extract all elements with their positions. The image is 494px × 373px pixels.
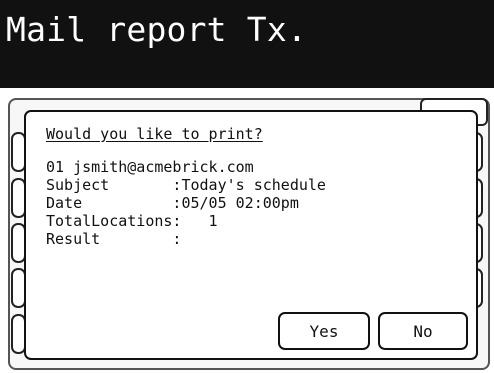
print-confirmation-dialog: Would you like to print? 01 jsmith@acmeb… xyxy=(24,110,478,360)
screen-title: Mail report Tx. xyxy=(6,10,308,49)
title-bar: Mail report Tx. xyxy=(0,0,494,88)
yes-button[interactable]: Yes xyxy=(278,312,370,350)
total-locations-line: TotalLocations: 1 xyxy=(46,212,218,230)
dialog-question: Would you like to print? xyxy=(46,125,263,143)
recipient-line: 01 jsmith@acmebrick.com xyxy=(46,158,254,176)
date-line: Date :05/05 02:00pm xyxy=(46,194,299,212)
mail-report-details: 01 jsmith@acmebrick.com Subject :Today's… xyxy=(46,158,466,248)
no-button[interactable]: No xyxy=(378,312,468,350)
subject-line: Subject :Today's schedule xyxy=(46,176,326,194)
result-line: Result : xyxy=(46,230,182,248)
